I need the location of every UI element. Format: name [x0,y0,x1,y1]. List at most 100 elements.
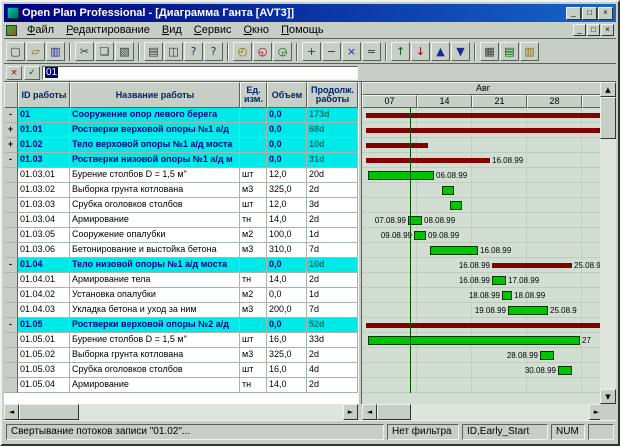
cell-name[interactable]: Сооружение опор левого берега [70,108,240,123]
cell-volume[interactable]: 100,0 [267,228,307,243]
cell-volume[interactable]: 14,0 [267,273,307,288]
cell-id[interactable]: 01.04.01 [18,273,70,288]
link-activities-button[interactable]: × [342,42,361,61]
task-bar[interactable] [502,291,512,300]
cell-name[interactable]: Бурение столбов D = 1,5 м" [70,168,240,183]
summary-bar[interactable] [366,113,604,118]
cell-unit[interactable] [240,123,267,138]
cell-volume[interactable]: 325,0 [267,348,307,363]
cell-volume[interactable]: 0,0 [267,123,307,138]
cell-volume[interactable]: 14,0 [267,213,307,228]
scroll-left-icon[interactable]: ◄ [4,404,19,420]
cell-id[interactable]: 01.03.02 [18,183,70,198]
cost-analysis-clock-button[interactable]: ◶ [273,42,292,61]
task-bar[interactable] [430,246,478,255]
menu-item-2[interactable]: Вид [156,23,188,37]
cell-unit[interactable] [240,318,267,333]
vertical-scroll-thumb[interactable] [600,97,616,139]
expand-toggle[interactable]: - [4,108,18,123]
expand-toggle[interactable]: - [4,153,18,168]
column-header-id[interactable]: ID работы [18,82,70,108]
cell-id[interactable]: 01.05.01 [18,333,70,348]
cell-volume[interactable]: 0,0 [267,138,307,153]
cell-volume[interactable]: 12,0 [267,198,307,213]
task-bar[interactable] [368,336,580,345]
save-button[interactable]: ▥ [46,42,65,61]
table-hscroll-thumb[interactable] [19,404,79,420]
cell-volume[interactable]: 0,0 [267,153,307,168]
cell-unit[interactable]: м3 [240,348,267,363]
cell-duration[interactable]: 2d [307,273,358,288]
cell-name[interactable]: Армирование [70,378,240,393]
collapse-outline-button[interactable]: ▼ [451,42,470,61]
gantt-scroll-left-icon[interactable]: ◄ [362,404,377,420]
cell-id[interactable]: 01.04 [18,258,70,273]
cell-id[interactable]: 01.01 [18,123,70,138]
column-header-expand[interactable] [4,82,18,108]
new-document-button[interactable]: ▢ [6,42,25,61]
cell-duration[interactable]: 33d [307,333,358,348]
cell-unit[interactable]: тн [240,378,267,393]
calculate-button[interactable]: = [362,42,381,61]
cell-name[interactable]: Ростверки верховой опоры №2 а/д [70,318,240,333]
cell-name[interactable]: Тело верховой опоры №1 а/д моста [70,138,240,153]
cell-duration[interactable]: 7d [307,303,358,318]
task-bar[interactable] [414,231,426,240]
cut-button[interactable]: ✂ [75,42,94,61]
task-bar[interactable] [540,351,554,360]
confirm-edit-button[interactable]: ✓ [24,66,40,80]
cell-name[interactable]: Тело низовой опоры №1 а/д моста [70,258,240,273]
menu-item-1[interactable]: Редактирование [60,23,156,37]
cell-id[interactable]: 01.03.04 [18,213,70,228]
summary-bar[interactable] [366,323,604,328]
cell-unit[interactable]: шт [240,333,267,348]
cell-name[interactable]: Бурение столбов D = 1,5 м" [70,333,240,348]
cell-duration[interactable]: 10d [307,258,358,273]
minimize-button[interactable]: _ [566,7,581,20]
cell-volume[interactable]: 14,0 [267,378,307,393]
cell-volume[interactable]: 200,0 [267,303,307,318]
cell-unit[interactable]: м3 [240,183,267,198]
cell-name[interactable]: Армирование тела [70,273,240,288]
cell-id[interactable]: 01.03.05 [18,228,70,243]
cell-unit[interactable]: м3 [240,303,267,318]
expand-outline-button[interactable]: ▲ [431,42,450,61]
cell-name[interactable]: Бетонирование и выстойка бетона [70,243,240,258]
print-button[interactable]: ▤ [144,42,163,61]
summary-bar[interactable] [366,128,604,133]
cell-id[interactable]: 01.02 [18,138,70,153]
paste-button[interactable]: ▧ [115,42,134,61]
cell-id[interactable]: 01.03.01 [18,168,70,183]
task-bar[interactable] [558,366,572,375]
close-button[interactable]: × [598,7,613,20]
cell-duration[interactable]: 52d [307,318,358,333]
calendar-view-button[interactable]: ▥ [520,42,539,61]
cell-name[interactable]: Выборка грунта котлована [70,348,240,363]
cell-edit-input[interactable]: 01 [42,66,358,80]
cell-volume[interactable]: 325,0 [267,183,307,198]
cell-volume[interactable]: 12,0 [267,168,307,183]
context-help-button[interactable]: ? [204,42,223,61]
column-header-duration[interactable]: Продолж. работы [307,82,358,108]
column-header-volume[interactable]: Объем [267,82,307,108]
cell-name[interactable]: Сооружение опалубки [70,228,240,243]
expand-toggle[interactable]: + [4,123,18,138]
task-bar[interactable] [492,276,506,285]
print-preview-button[interactable]: ◫ [164,42,183,61]
cell-unit[interactable]: тн [240,273,267,288]
cell-duration[interactable]: 68d [307,123,358,138]
child-close-button[interactable]: × [601,24,614,36]
cell-unit[interactable] [240,108,267,123]
move-down-button[interactable]: ↓ [411,42,430,61]
cell-duration[interactable]: 1d [307,228,358,243]
cell-duration[interactable]: 173d [307,108,358,123]
cell-duration[interactable]: 10d [307,138,358,153]
cell-unit[interactable] [240,153,267,168]
cell-name[interactable]: Армирование [70,213,240,228]
maximize-button[interactable]: □ [582,7,597,20]
time-analysis-clock-button[interactable]: ◴ [233,42,252,61]
cell-volume[interactable]: 0,0 [267,258,307,273]
column-header-name[interactable]: Название работы [70,82,240,108]
cell-id[interactable]: 01.03 [18,153,70,168]
child-restore-button[interactable]: □ [587,24,600,36]
